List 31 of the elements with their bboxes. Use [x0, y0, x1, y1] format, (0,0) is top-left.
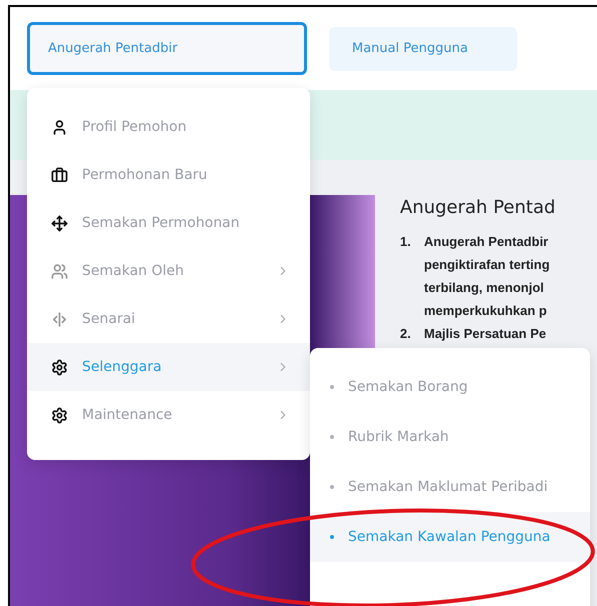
- list-text: pengiktirafan terting: [424, 256, 550, 274]
- list-number: 1.: [400, 233, 412, 251]
- menu-item[interactable]: Senarai: [27, 295, 310, 343]
- menu-item[interactable]: Semakan Oleh: [27, 247, 310, 295]
- bullet-icon: [330, 385, 334, 389]
- person-icon: [51, 118, 68, 136]
- menu-item[interactable]: Maintenance: [27, 391, 310, 439]
- menu-item[interactable]: Semakan Permohonan: [27, 199, 310, 247]
- article-title: Anugerah Pentad: [400, 197, 556, 218]
- separator-icon: [51, 310, 68, 328]
- nav-button[interactable]: Manual Pengguna: [329, 26, 517, 70]
- briefcase-icon: [51, 166, 68, 184]
- list-number: 2.: [400, 325, 412, 343]
- submenu-item[interactable]: Semakan Kawalan Pengguna: [310, 512, 590, 562]
- bullet-icon: [330, 435, 334, 439]
- bullet-icon: [330, 535, 334, 539]
- nav-button[interactable]: Anugerah Pentadbir: [27, 22, 307, 75]
- menu-item[interactable]: Selenggara: [27, 343, 310, 391]
- menu-item[interactable]: Profil Pemohon: [27, 103, 310, 151]
- submenu-item[interactable]: Rubrik Markah: [310, 412, 590, 462]
- list-text: Anugerah Pentadbir: [424, 233, 550, 251]
- gear-icon: [51, 406, 68, 424]
- submenu-item[interactable]: Semakan Borang: [310, 362, 590, 412]
- menu-item[interactable]: Permohonan Baru: [27, 151, 310, 199]
- bullet-icon: [330, 485, 334, 489]
- gear-icon: [51, 358, 68, 376]
- four-arrows-icon: [51, 214, 68, 232]
- list-text: memperkukuhkan p: [424, 302, 548, 320]
- list-text: terbilang, menonjol: [424, 279, 545, 297]
- people-icon: [51, 262, 68, 280]
- list-text: Majlis Persatuan Pe: [424, 325, 546, 343]
